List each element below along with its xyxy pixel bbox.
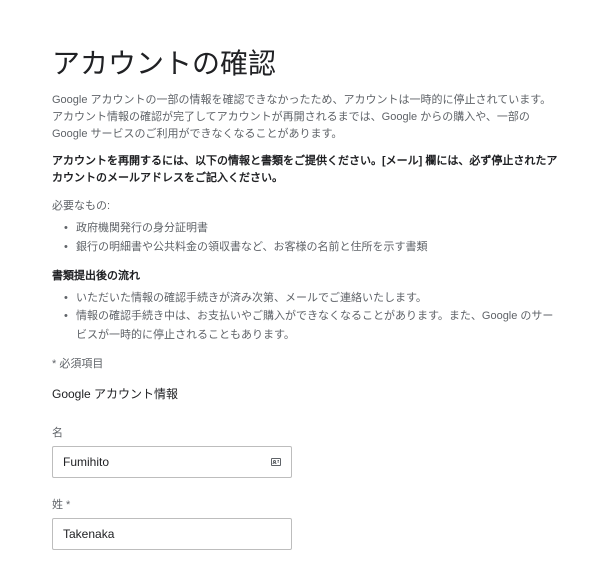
page-title: アカウントの確認 [52, 42, 558, 82]
intro-text: Google アカウントの一部の情報を確認できなかったため、アカウントは一時的に… [52, 92, 558, 143]
list-item: 政府機関発行の身分証明書 [64, 219, 558, 238]
flow-heading: 書類提出後の流れ [52, 267, 558, 283]
last-name-wrap [52, 518, 292, 568]
form-container: アカウントの確認 Google アカウントの一部の情報を確認できなかったため、ア… [0, 0, 610, 568]
first-name-label: 名 [52, 424, 558, 440]
first-name-input[interactable] [52, 446, 292, 478]
list-item: 情報の確認手続き中は、お支払いやご購入ができなくなることがあります。また、Goo… [64, 307, 558, 344]
last-name-label: 姓 * [52, 496, 558, 512]
required-note: * 必須項目 [52, 355, 558, 371]
necessary-list: 政府機関発行の身分証明書 銀行の明細書や公共料金の領収書など、お客様の名前と住所… [52, 219, 558, 256]
list-item: 銀行の明細書や公共料金の領収書など、お客様の名前と住所を示す書類 [64, 238, 558, 257]
form-section-title: Google アカウント情報 [52, 385, 558, 402]
list-item: いただいた情報の確認手続きが済み次第、メールでご連絡いたします。 [64, 289, 558, 308]
necessary-label: 必要なもの: [52, 197, 558, 213]
flow-list: いただいた情報の確認手続きが済み次第、メールでご連絡いたします。 情報の確認手続… [52, 289, 558, 345]
first-name-wrap [52, 446, 292, 496]
instruction-text: アカウントを再開するには、以下の情報と書類をご提供ください。[メール] 欄には、… [52, 153, 558, 187]
last-name-input[interactable] [52, 518, 292, 550]
